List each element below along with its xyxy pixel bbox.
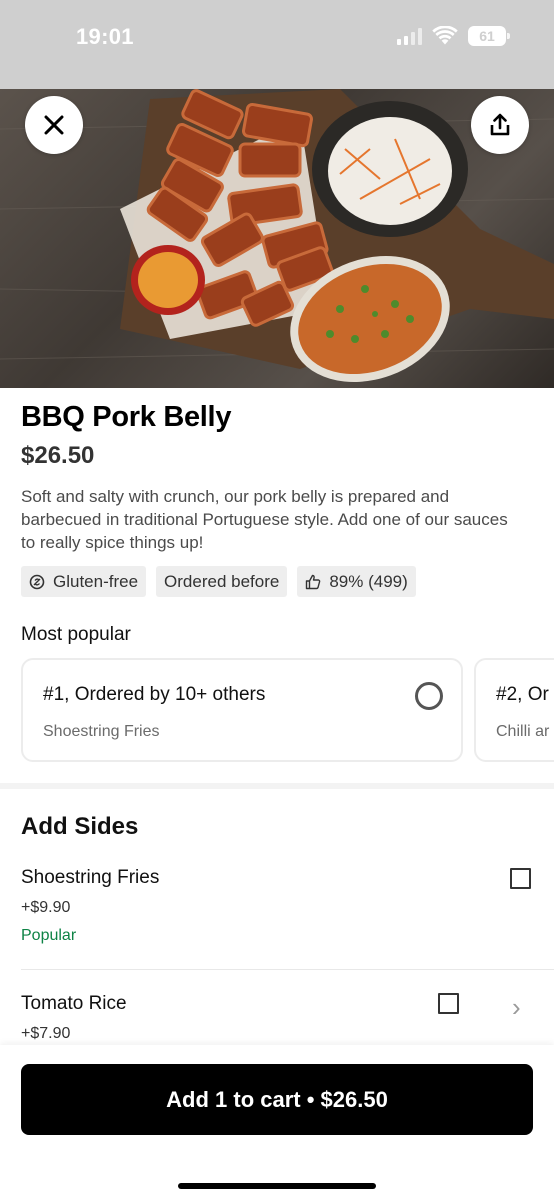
- hero-food-image: [0, 89, 554, 388]
- popular-card-radio[interactable]: [415, 682, 443, 710]
- close-button[interactable]: [25, 96, 83, 154]
- popular-card-title: #2, Or: [496, 684, 549, 705]
- popular-card-subtitle: Shoestring Fries: [43, 723, 160, 740]
- tomato-rice-checkbox[interactable]: [438, 993, 459, 1014]
- side-option-name: Shoestring Fries: [21, 867, 160, 888]
- shoestring-fries-checkbox[interactable]: [510, 868, 531, 889]
- home-indicator[interactable]: [178, 1183, 376, 1189]
- share-button[interactable]: [471, 96, 529, 154]
- tag-label: 89% (499): [329, 571, 408, 591]
- popular-card-subtitle: Chilli ar: [496, 723, 550, 740]
- share-icon: [490, 113, 510, 136]
- side-option-name: Tomato Rice: [21, 993, 127, 1014]
- item-tags: Gluten-free Ordered before 89% (499): [21, 566, 416, 597]
- gluten-free-icon: [29, 574, 45, 589]
- most-popular-carousel[interactable]: #1, Ordered by 10+ others Shoestring Fri…: [21, 658, 554, 762]
- item-description: Soft and salty with crunch, our pork bel…: [21, 487, 508, 552]
- cellular-signal-icon: [397, 27, 422, 45]
- side-option-price: +$9.90: [21, 899, 71, 916]
- thumbs-up-icon: [306, 574, 321, 589]
- tag-ordered-before: Ordered before: [156, 566, 288, 597]
- tag-label: Ordered before: [164, 571, 280, 591]
- chevron-right-icon[interactable]: ›: [512, 994, 521, 1020]
- side-option-tomato-rice[interactable]: Tomato Rice +$7.90: [21, 993, 554, 1043]
- add-to-cart-button[interactable]: Add 1 to cart • $26.50: [21, 1064, 533, 1135]
- status-icons: 61: [397, 26, 510, 46]
- popular-card[interactable]: #2, Or Chilli ar: [474, 658, 554, 762]
- side-option-price: +$7.90: [21, 1025, 71, 1042]
- item-price: $26.50: [21, 442, 95, 469]
- popular-card[interactable]: #1, Ordered by 10+ others Shoestring Fri…: [21, 658, 463, 762]
- close-icon: [44, 115, 64, 135]
- add-sides-heading: Add Sides: [21, 813, 139, 840]
- popular-card-title: #1, Ordered by 10+ others: [43, 684, 266, 705]
- food-illustration: [0, 89, 554, 382]
- most-popular-heading: Most popular: [21, 624, 131, 645]
- tag-label: Gluten-free: [53, 571, 139, 591]
- item-title: BBQ Pork Belly: [21, 401, 232, 433]
- popular-badge: Popular: [21, 927, 77, 944]
- tag-rating: 89% (499): [297, 566, 416, 597]
- status-time: 19:01: [76, 24, 134, 49]
- status-bar: 19:01 61: [0, 0, 554, 89]
- battery-icon: 61: [468, 26, 510, 46]
- section-divider: [0, 783, 554, 789]
- side-option-shoestring-fries[interactable]: Shoestring Fries +$9.90 Popular: [21, 867, 554, 945]
- row-divider: [21, 969, 554, 970]
- tag-gluten-free: Gluten-free: [21, 566, 147, 597]
- wifi-icon: [432, 26, 458, 45]
